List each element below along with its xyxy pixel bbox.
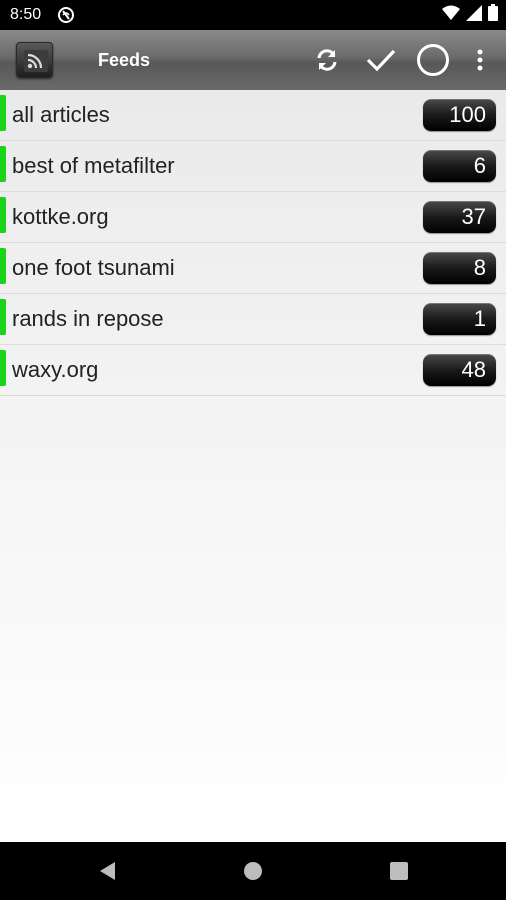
mark-read-button[interactable]: [363, 42, 399, 78]
unread-count-badge: 1: [423, 303, 496, 335]
feed-indicator: [0, 299, 6, 335]
feed-row-all-articles[interactable]: all articles 100: [0, 90, 506, 141]
home-button[interactable]: [241, 859, 265, 883]
do-not-disturb-icon: [57, 6, 75, 24]
wifi-icon: [442, 5, 460, 26]
overflow-menu-button[interactable]: [462, 42, 498, 78]
more-vert-icon: [477, 49, 483, 71]
feed-indicator: [0, 350, 6, 386]
feed-name: best of metafilter: [12, 153, 175, 178]
feed-row-rands-in-repose[interactable]: rands in repose 1: [0, 294, 506, 345]
back-button[interactable]: [95, 859, 119, 883]
navigation-bar: [0, 842, 506, 900]
unread-count-badge: 6: [423, 150, 496, 182]
feed-indicator: [0, 146, 6, 182]
checkmark-icon: [366, 49, 396, 72]
page-title: Feeds: [98, 50, 151, 70]
feed-indicator: [0, 95, 6, 131]
circle-button[interactable]: [415, 42, 451, 78]
unread-count-badge: 37: [423, 201, 496, 233]
feed-name: one foot tsunami: [12, 255, 175, 280]
feed-row-waxy[interactable]: waxy.org 48: [0, 345, 506, 396]
feed-row-one-foot-tsunami[interactable]: one foot tsunami 8: [0, 243, 506, 294]
nav-back-icon: [100, 862, 115, 880]
nav-recents-icon: [390, 862, 408, 880]
feed-name: kottke.org: [12, 204, 109, 229]
unread-count-badge: 8: [423, 252, 496, 284]
cell-signal-icon: [466, 4, 482, 26]
feed-list: all articles 100 best of metafilter 6 ko…: [0, 90, 506, 842]
status-icons: [442, 4, 498, 26]
refresh-icon: [317, 49, 337, 71]
feed-name: all articles: [12, 102, 110, 127]
unread-count-badge: 48: [423, 354, 496, 386]
feed-row-kottke[interactable]: kottke.org 37: [0, 192, 506, 243]
action-bar: Feeds: [0, 30, 506, 90]
status-time: 8:50: [10, 6, 42, 23]
circle-icon: [417, 44, 449, 76]
feed-indicator: [0, 197, 6, 233]
recents-button[interactable]: [387, 859, 411, 883]
nav-home-icon: [244, 862, 262, 880]
rss-feed-icon[interactable]: [16, 42, 53, 78]
status-bar: 8:50: [0, 0, 506, 30]
feed-indicator: [0, 248, 6, 284]
feed-name: waxy.org: [12, 357, 99, 382]
feed-name: rands in repose: [12, 306, 164, 331]
unread-count-badge: 100: [423, 99, 496, 131]
battery-icon: [488, 4, 498, 26]
feed-row-best-of-metafilter[interactable]: best of metafilter 6: [0, 141, 506, 192]
refresh-button[interactable]: [309, 42, 345, 78]
